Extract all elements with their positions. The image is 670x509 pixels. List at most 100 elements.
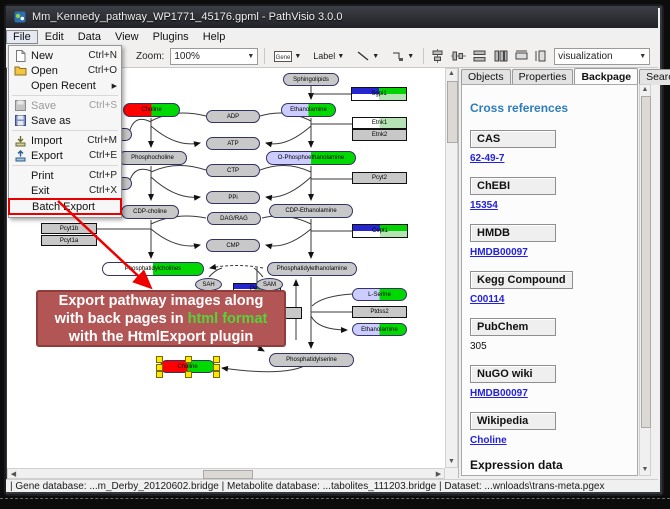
same-height-icon[interactable] — [535, 49, 548, 63]
node-phosphatidylcholines[interactable]: Phosphatidylcholines — [102, 262, 204, 276]
menu-item-export[interactable]: Export Ctrl+E — [9, 148, 121, 163]
node-cmp[interactable]: CMP — [206, 239, 260, 252]
gene-pcyt2[interactable]: Pcyt2 — [352, 172, 407, 184]
svg-text:Gene: Gene — [276, 55, 291, 61]
section-header-pubchem: PubChem — [470, 318, 556, 336]
scrollbar-thumb[interactable] — [203, 470, 253, 479]
scroll-up-icon[interactable]: ▲ — [446, 69, 457, 79]
status-text: | Gene database: ...m_Derby_20120602.bri… — [10, 481, 604, 492]
link-kegg[interactable]: C00114 — [470, 294, 629, 305]
align-center-icon[interactable] — [430, 49, 445, 63]
node-cdp-choline[interactable]: CDP-choline — [121, 205, 179, 219]
tab-search[interactable]: Search — [639, 69, 670, 85]
annotation-text: with the HtmlExport plugin — [69, 329, 253, 345]
node-ethanolamine-2[interactable]: Ethanolamine — [352, 323, 407, 336]
gene-ptdss2[interactable]: Ptdss2 — [352, 306, 407, 318]
link-wikipedia[interactable]: Choline — [470, 435, 629, 446]
tab-properties[interactable]: Properties — [512, 69, 574, 85]
link-cas[interactable]: 62-49-7 — [470, 153, 629, 164]
zoom-combobox[interactable]: 100% ▼ — [170, 48, 258, 65]
menu-item-save-as[interactable]: Save as — [9, 113, 121, 128]
title-bar[interactable]: Mm_Kennedy_pathway_WP1771_45176.gpml - P… — [6, 6, 658, 28]
align-middle-icon[interactable] — [451, 49, 466, 63]
gene-node-icon: Gene — [274, 51, 292, 62]
chevron-down-icon: ▼ — [372, 53, 379, 60]
label-tool-text: Label — [313, 51, 335, 61]
menu-item-batch-export[interactable]: Batch Export — [8, 198, 122, 215]
menu-plugins[interactable]: Plugins — [146, 30, 196, 44]
selection-handle[interactable] — [185, 356, 192, 363]
connector-icon — [391, 50, 405, 62]
distribute-rows-icon[interactable] — [472, 49, 487, 63]
menu-item-exit[interactable]: Exit Ctrl+X — [9, 183, 121, 198]
line-tool-button[interactable]: ▼ — [353, 48, 382, 64]
node-cdp-ethanolamine[interactable]: CDP-Ethanolamine — [269, 204, 353, 218]
menu-item-save[interactable]: Save Ctrl+S — [9, 98, 121, 113]
menu-data[interactable]: Data — [71, 30, 108, 44]
gene-etnk2[interactable]: Etnk2 — [352, 129, 407, 141]
menu-file[interactable]: File — [6, 30, 38, 44]
scroll-down-icon[interactable]: ▼ — [446, 457, 457, 467]
selection-handle[interactable] — [213, 356, 220, 363]
gene-cept1[interactable]: Cept1 — [352, 224, 408, 238]
screenshot-root: Mm_Kennedy_pathway_WP1771_45176.gpml - P… — [0, 0, 670, 509]
chevron-down-icon: ▼ — [247, 53, 254, 60]
connector-tool-button[interactable]: ▼ — [388, 48, 417, 64]
gene-etnk1[interactable]: Etnk1 — [352, 117, 407, 129]
link-hmdb[interactable]: HMDB00097 — [470, 247, 629, 258]
scrollbar-thumb[interactable] — [641, 96, 651, 428]
gene-pcyt1b[interactable]: Pcyt1b — [41, 223, 97, 234]
gene-tool-button[interactable]: Gene ▼ — [271, 49, 304, 64]
link-nugo[interactable]: HMDB00097 — [470, 388, 629, 399]
export-icon — [13, 150, 28, 162]
selection-handle[interactable] — [185, 371, 192, 378]
same-width-icon[interactable] — [514, 50, 529, 62]
screenshot-crop-mark — [0, 498, 670, 499]
menu-item-import[interactable]: Import Ctrl+M — [9, 133, 121, 148]
distribute-columns-icon[interactable] — [493, 49, 508, 63]
node-ppi[interactable]: PPi — [206, 191, 260, 204]
node-l-serine[interactable]: L-Serine — [352, 288, 407, 301]
selection-handle[interactable] — [213, 364, 220, 371]
menu-help[interactable]: Help — [196, 30, 233, 44]
scrollbar-thumb[interactable] — [447, 81, 458, 143]
visualization-combobox[interactable]: visualization ▼ — [554, 48, 650, 65]
sidebar-scrollbar[interactable]: ▲ ▼ — [639, 84, 651, 476]
label-tool-button[interactable]: Label ▼ — [310, 49, 347, 63]
canvas-horizontal-scrollbar[interactable]: ◀ ▶ — [7, 468, 445, 479]
node-adp[interactable]: ADP — [206, 110, 260, 123]
menu-item-print[interactable]: Print Ctrl+P — [9, 168, 121, 183]
section-header-wikipedia: Wikipedia — [470, 412, 556, 430]
gene-pcyt1a[interactable]: Pcyt1a — [41, 235, 97, 246]
link-chebi[interactable]: 15354 — [470, 200, 629, 211]
menu-view[interactable]: View — [108, 30, 146, 44]
tab-objects[interactable]: Objects — [461, 69, 511, 85]
selection-handle[interactable] — [156, 364, 163, 371]
gene-sgpl1[interactable]: Sgpl1 — [351, 87, 407, 101]
node-sphingolipids[interactable]: Sphingolipids — [283, 73, 339, 86]
node-o-phosphoethanolamine[interactable]: O-Phosphoethanolamine — [266, 151, 356, 165]
menu-item-open-recent[interactable]: Open Recent ▶ — [9, 78, 121, 93]
node-ctp[interactable]: CTP — [206, 164, 260, 177]
selection-handle[interactable] — [156, 371, 163, 378]
menu-edit[interactable]: Edit — [38, 30, 71, 44]
selection-handle[interactable] — [213, 371, 220, 378]
node-choline[interactable]: Choline — [123, 103, 180, 117]
menu-separator — [12, 130, 118, 131]
node-ethanolamine[interactable]: Ethanolamine — [281, 103, 336, 117]
menu-item-new[interactable]: New Ctrl+N — [9, 48, 121, 63]
node-atp[interactable]: ATP — [206, 137, 260, 150]
node-phosphatidylserine[interactable]: Phosphatidylserine — [269, 353, 354, 367]
canvas-vertical-scrollbar[interactable]: ▲ ▼ — [445, 68, 458, 468]
menu-item-open[interactable]: Open Ctrl+O — [9, 63, 121, 78]
window-title: Mm_Kennedy_pathway_WP1771_45176.gpml - P… — [32, 11, 342, 23]
tab-backpage[interactable]: Backpage — [574, 68, 638, 84]
scroll-up-icon[interactable]: ▲ — [640, 85, 650, 95]
toolbar-separator — [423, 48, 424, 64]
node-phosphocholine[interactable]: Phosphocholine — [118, 151, 187, 165]
sidebar: Objects Properties Backpage Search Legen… — [458, 68, 652, 478]
node-phosphatidylethanolamine[interactable]: Phosphatidylethanolamine — [267, 262, 357, 276]
selection-handle[interactable] — [156, 356, 163, 363]
scroll-down-icon[interactable]: ▼ — [640, 465, 650, 475]
node-dag[interactable]: DAG/RAG — [207, 212, 261, 225]
